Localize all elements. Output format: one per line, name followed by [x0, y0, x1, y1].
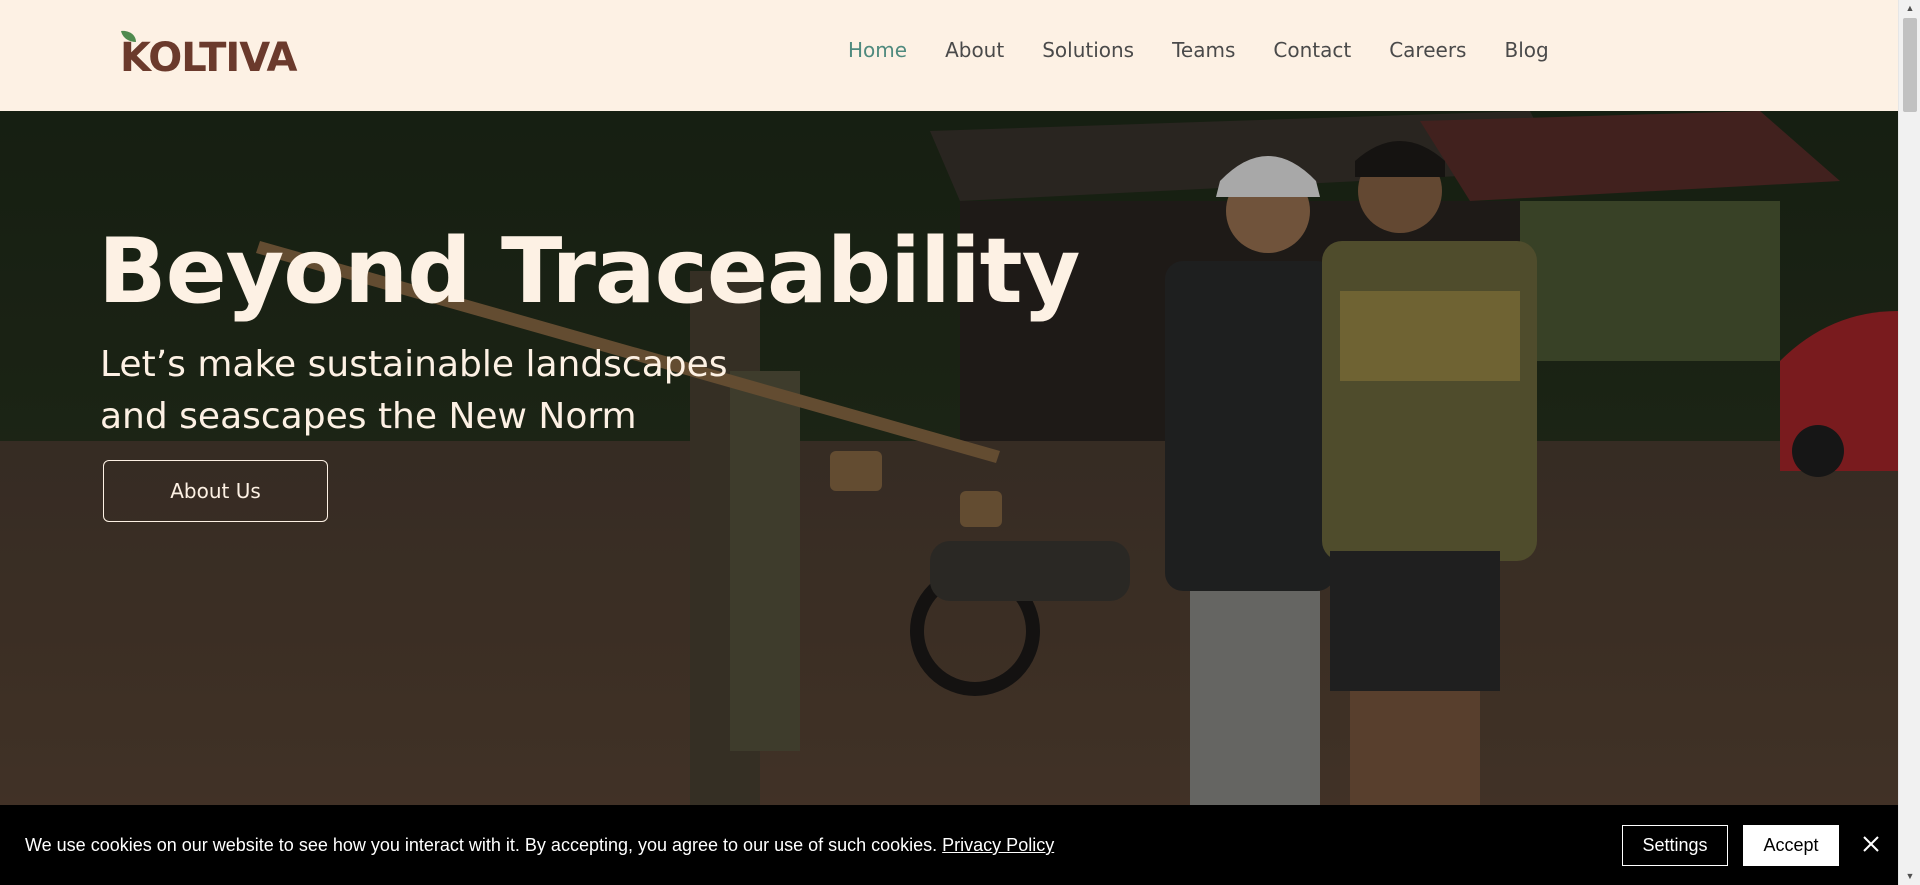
cookie-settings-button[interactable]: Settings [1622, 825, 1728, 866]
nav-blog[interactable]: Blog [1504, 38, 1548, 62]
nav-teams[interactable]: Teams [1172, 38, 1235, 62]
cookie-banner: We use cookies on our website to see how… [0, 805, 1898, 885]
chevron-up-icon[interactable]: ▲ [1899, 0, 1920, 17]
hero-dark-overlay [0, 111, 1898, 805]
site-header: KOLTIVA Home About Solutions Teams Conta… [0, 0, 1898, 111]
nav-solutions[interactable]: Solutions [1042, 38, 1134, 62]
privacy-policy-link[interactable]: Privacy Policy [942, 835, 1054, 855]
logo-wordmark: KOLTIVA [120, 35, 297, 81]
hero-subtitle: Let’s make sustainable landscapes and se… [100, 344, 728, 437]
main-nav: Home About Solutions Teams Contact Caree… [848, 38, 1587, 62]
about-us-button[interactable]: About Us [103, 460, 328, 522]
nav-careers[interactable]: Careers [1389, 38, 1466, 62]
hero-title: Beyond Traceability [98, 219, 1080, 324]
nav-about[interactable]: About [945, 38, 1004, 62]
cookie-message-text: We use cookies on our website to see how… [25, 835, 943, 855]
nav-contact[interactable]: Contact [1273, 38, 1351, 62]
chevron-down-icon[interactable]: ▼ [1899, 868, 1920, 885]
leaf-icon [121, 30, 136, 42]
koltiva-logo[interactable]: KOLTIVA [118, 30, 297, 81]
cookie-message: We use cookies on our website to see how… [25, 835, 1054, 856]
hero-section: Beyond Traceability Let’s make sustainab… [0, 111, 1898, 805]
cookie-accept-button[interactable]: Accept [1743, 825, 1839, 866]
scrollbar-thumb[interactable] [1903, 18, 1917, 112]
close-icon[interactable] [1860, 833, 1882, 855]
nav-home[interactable]: Home [848, 38, 907, 62]
page-scrollbar[interactable]: ▲ ▼ [1898, 0, 1920, 885]
